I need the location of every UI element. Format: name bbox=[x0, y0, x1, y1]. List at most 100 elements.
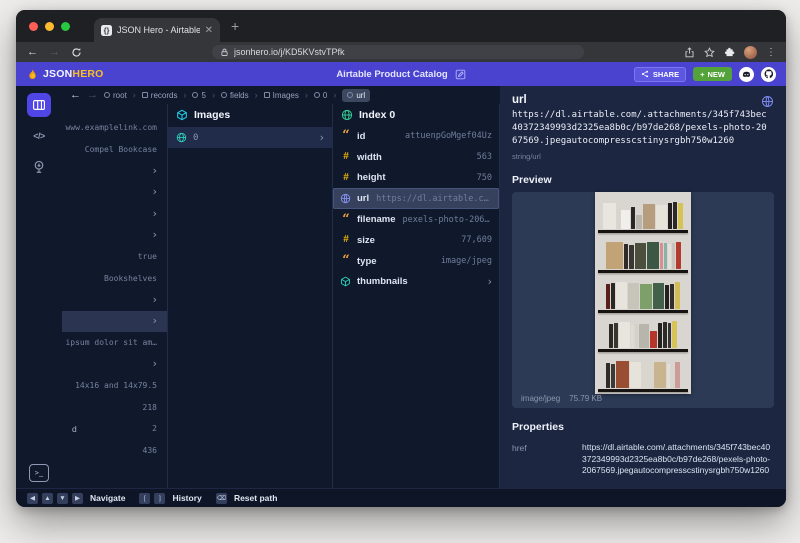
github-icon[interactable] bbox=[761, 67, 776, 82]
list-item-highlighted[interactable]: › bbox=[62, 311, 167, 333]
arrow-right-key: ▶ bbox=[72, 493, 83, 504]
field-row-filename[interactable]: “ filename pexels-photo-2067569.jpeg?… bbox=[333, 209, 499, 230]
list-item[interactable]: › bbox=[62, 160, 167, 182]
list-item[interactable]: true bbox=[62, 246, 167, 268]
parent-column: www.examplelink.com Compel Bookcase › › … bbox=[62, 104, 168, 488]
index-0-column: Index 0 “ id attuenpGoMgef04Uz # width 5… bbox=[333, 104, 500, 488]
chevron-right-icon: › bbox=[153, 359, 157, 369]
breadcrumb-separator: › bbox=[212, 90, 215, 100]
new-document-button[interactable]: + NEW bbox=[693, 67, 732, 81]
column-view-tab[interactable] bbox=[27, 93, 51, 117]
field-row-height[interactable]: # height 750 bbox=[333, 168, 499, 189]
browser-tab[interactable]: {} JSON Hero - Airtable Product ✕ bbox=[94, 18, 220, 42]
jsonhero-logo[interactable]: JSONHERO bbox=[26, 68, 104, 81]
arrow-left-key: ◀ bbox=[27, 493, 38, 504]
preview-heading: Preview bbox=[512, 174, 774, 186]
string-icon: “ bbox=[340, 215, 352, 225]
json-view-tab[interactable]: </> bbox=[27, 124, 51, 148]
column-header: Index 0 bbox=[333, 104, 499, 126]
address-bar[interactable]: jsonhero.io/j/KD5KVstvTPfk bbox=[212, 45, 584, 59]
extensions-puzzle-icon[interactable] bbox=[724, 47, 735, 58]
history-forward-icon[interactable]: → bbox=[87, 89, 98, 101]
history-back-icon[interactable]: ← bbox=[70, 89, 81, 101]
new-tab-button[interactable]: + bbox=[231, 19, 239, 33]
url-icon bbox=[347, 92, 353, 98]
breadcrumb-item-0[interactable]: 0 bbox=[314, 91, 327, 100]
column-header: Images bbox=[168, 104, 332, 126]
bracket-right-key: ] bbox=[154, 493, 165, 504]
field-row-width[interactable]: # width 563 bbox=[333, 147, 499, 168]
string-icon: “ bbox=[340, 256, 352, 266]
edit-pencil-icon[interactable] bbox=[455, 69, 466, 80]
hero-flame-icon bbox=[26, 68, 39, 81]
list-item[interactable]: › bbox=[62, 225, 167, 247]
rail-bottom: >_ bbox=[16, 464, 62, 482]
minimize-window-button[interactable] bbox=[45, 22, 54, 31]
profile-avatar[interactable] bbox=[744, 46, 757, 59]
list-item[interactable]: 14x16 and 14x79.5 bbox=[62, 375, 167, 397]
lock-icon bbox=[220, 48, 229, 57]
backspace-key: ⌫ bbox=[216, 493, 227, 504]
list-item[interactable]: › bbox=[62, 182, 167, 204]
share-page-icon[interactable] bbox=[684, 47, 695, 58]
bookmark-star-icon[interactable] bbox=[704, 47, 715, 58]
object-icon bbox=[192, 92, 198, 98]
breadcrumb-item-5[interactable]: 5 bbox=[192, 91, 205, 100]
field-row-type[interactable]: “ type image/jpeg bbox=[333, 251, 499, 272]
browser-tab-strip: {} JSON Hero - Airtable Product ✕ + bbox=[16, 10, 786, 42]
forward-icon[interactable]: → bbox=[49, 47, 60, 58]
list-item[interactable]: Bookshelves bbox=[62, 268, 167, 290]
breadcrumb-item-url[interactable]: url bbox=[342, 89, 370, 102]
discord-icon[interactable] bbox=[739, 67, 754, 82]
object-icon bbox=[221, 92, 227, 98]
object-icon bbox=[340, 276, 352, 287]
breadcrumb-separator: › bbox=[255, 90, 258, 100]
field-row-thumbnails[interactable]: thumbnails › bbox=[333, 272, 499, 293]
browser-menu-icon[interactable]: ⋮ bbox=[766, 47, 776, 58]
array-item-0[interactable]: 0 › bbox=[168, 127, 332, 148]
reload-icon[interactable] bbox=[71, 47, 82, 58]
list-item[interactable]: Compel Bookcase bbox=[62, 139, 167, 161]
list-item[interactable]: 436 bbox=[62, 440, 167, 462]
back-icon[interactable]: ← bbox=[27, 47, 38, 58]
object-icon bbox=[341, 109, 353, 121]
globe-icon bbox=[340, 193, 352, 204]
zoom-window-button[interactable] bbox=[61, 22, 70, 31]
breadcrumb-item-fields[interactable]: fields bbox=[221, 91, 249, 100]
breadcrumb-item-images[interactable]: Images bbox=[264, 91, 299, 100]
preview-file-size: 75.79 KB bbox=[569, 394, 602, 403]
list-item[interactable]: › bbox=[62, 354, 167, 376]
globe-icon bbox=[761, 95, 774, 108]
breadcrumb-item-records[interactable]: records bbox=[142, 91, 178, 100]
breadcrumb-item-root[interactable]: root bbox=[104, 91, 127, 100]
field-row-id[interactable]: “ id attuenpGoMgef04Uz bbox=[333, 126, 499, 147]
chevron-right-icon: › bbox=[153, 230, 157, 240]
share-button[interactable]: SHARE bbox=[634, 67, 686, 82]
terminal-icon[interactable]: >_ bbox=[29, 464, 49, 482]
chevron-right-icon: › bbox=[153, 316, 157, 326]
list-item[interactable]: 218 bbox=[62, 397, 167, 419]
preview-photo[interactable] bbox=[595, 192, 691, 394]
close-window-button[interactable] bbox=[29, 22, 38, 31]
list-item[interactable]: › bbox=[62, 289, 167, 311]
array-icon bbox=[264, 92, 270, 98]
array-icon bbox=[176, 109, 188, 121]
tab-close-icon[interactable]: ✕ bbox=[205, 25, 213, 36]
site-favicon: {} bbox=[101, 25, 112, 36]
code-icon: </> bbox=[33, 131, 45, 141]
list-item[interactable]: www.examplelink.com bbox=[62, 117, 167, 139]
list-item[interactable]: d2 bbox=[62, 418, 167, 440]
tree-view-tab[interactable] bbox=[27, 155, 51, 179]
field-row-size[interactable]: # size 77,609 bbox=[333, 230, 499, 251]
list-item[interactable]: Lorem ipsum dolor sit am… bbox=[62, 332, 167, 354]
browser-window: {} JSON Hero - Airtable Product ✕ + ← → … bbox=[16, 10, 786, 507]
bracket-left-key: [ bbox=[139, 493, 150, 504]
preview-card: image/jpeg 75.79 KB bbox=[512, 192, 774, 408]
field-row-url-selected[interactable]: url https://dl.airtable.com/.attach… bbox=[333, 188, 499, 209]
breadcrumb: ← → root › records › 5 › fields › Images… bbox=[62, 86, 500, 104]
list-item[interactable]: › bbox=[62, 203, 167, 225]
reset-path-label: Reset path bbox=[234, 493, 277, 503]
logo-text: JSONHERO bbox=[43, 68, 104, 80]
preview-mime-type: image/jpeg bbox=[521, 394, 560, 403]
property-value[interactable]: https://dl.airtable.com/.attachments/345… bbox=[582, 442, 774, 477]
